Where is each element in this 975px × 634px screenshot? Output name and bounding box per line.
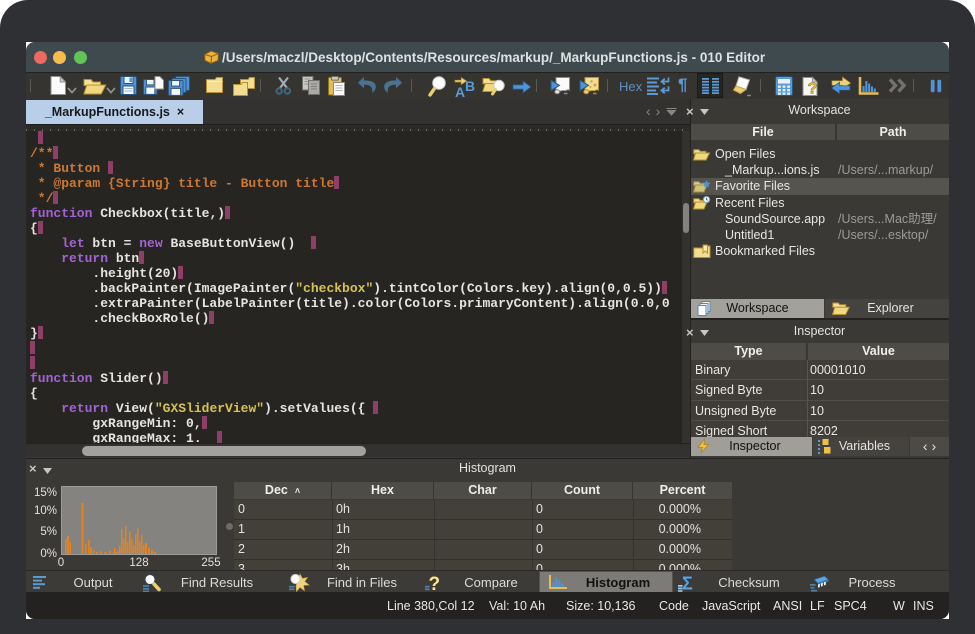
svg-text:B: B xyxy=(465,78,475,94)
svg-text:?: ? xyxy=(429,574,441,592)
svg-text:?: ? xyxy=(808,81,818,98)
svg-text:Σ: Σ xyxy=(682,574,693,593)
svg-text:A: A xyxy=(455,84,465,98)
